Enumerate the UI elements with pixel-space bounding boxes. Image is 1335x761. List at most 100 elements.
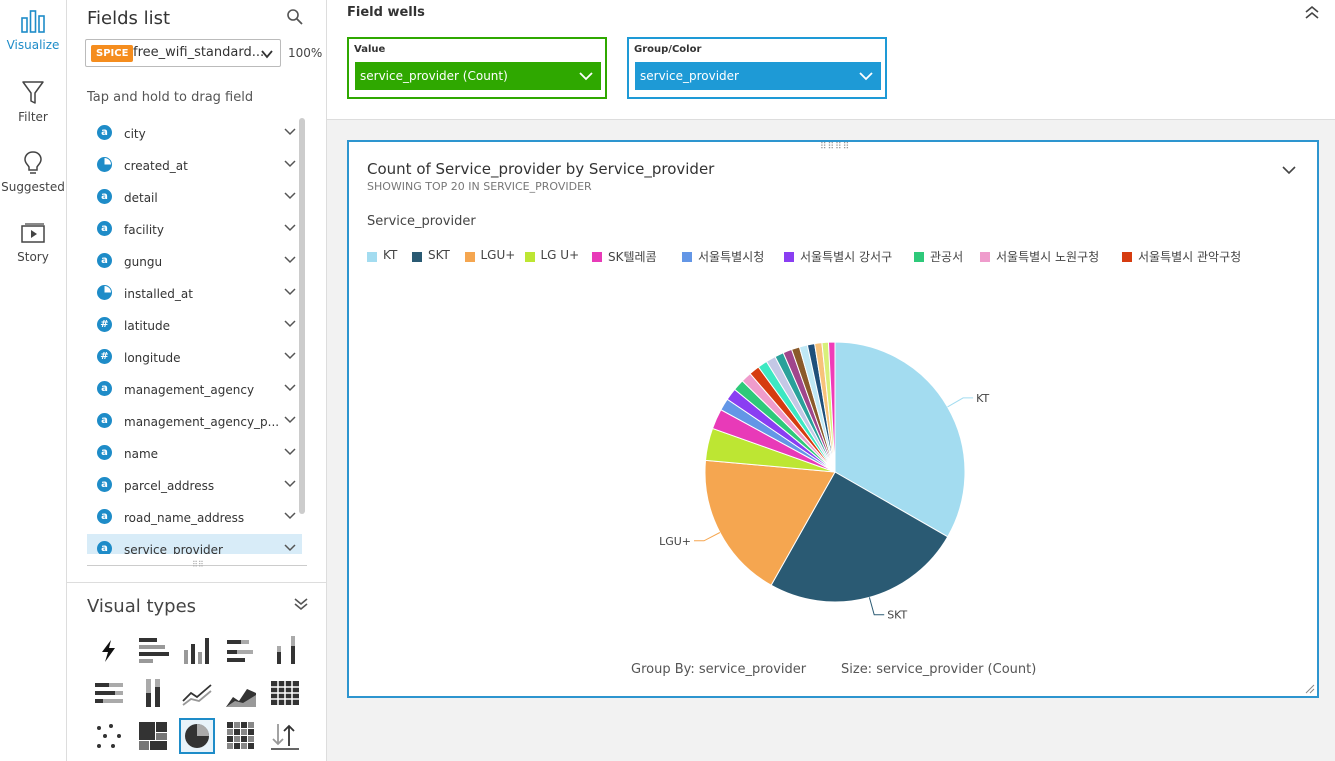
stacked-column-icon <box>277 636 295 664</box>
nav-story-label: Story <box>17 250 49 264</box>
chevron-down-icon[interactable] <box>284 415 296 425</box>
pie-chart[interactable]: KT SKT LGU+ <box>629 322 1029 622</box>
field-wells-title: Field wells <box>347 5 425 20</box>
vertical-bar-icon <box>184 638 209 664</box>
dataset-select[interactable]: SPICE free_wifi_standard... <box>85 39 281 67</box>
vt-pie[interactable] <box>179 718 215 754</box>
main-area: Field wells Value service_provider (Coun… <box>327 0 1335 761</box>
fields-list-title: Fields list <box>87 8 171 29</box>
legend-swatch <box>592 252 602 262</box>
chevron-down-icon <box>261 50 273 59</box>
chevron-down-icon[interactable] <box>284 511 296 521</box>
vt-stacked-column-100[interactable] <box>135 675 171 711</box>
nav-visualize[interactable]: Visualize <box>0 8 66 72</box>
chevron-down-icon[interactable] <box>284 127 296 137</box>
text-field-icon: a <box>97 509 112 524</box>
vt-autograph[interactable] <box>91 632 127 668</box>
vt-tree-map[interactable] <box>135 718 171 754</box>
visual-card[interactable]: ⠿⠿⠿⠿ Count of Service_provider by Servic… <box>347 140 1319 698</box>
field-item-longitude[interactable]: # longitude <box>87 342 302 374</box>
nav-suggested[interactable]: Suggested <box>0 150 66 214</box>
filter-icon <box>22 81 44 104</box>
vt-stacked-bar-100[interactable] <box>91 675 127 711</box>
slice-label: LGU+ <box>659 535 691 548</box>
vt-line[interactable] <box>179 675 215 711</box>
field-item-facility[interactable]: a facility <box>87 214 302 246</box>
bar-chart-icon <box>21 10 45 33</box>
visual-types-title: Visual types <box>87 596 197 617</box>
field-item-created-at[interactable]: created_at <box>87 150 302 182</box>
stacked-bar-icon <box>227 640 253 662</box>
field-item-parcel-address[interactable]: a parcel_address <box>87 470 302 502</box>
nav-filter[interactable]: Filter <box>0 80 66 144</box>
nav-story[interactable]: Story <box>0 222 66 286</box>
nav-suggested-label: Suggested <box>1 180 65 194</box>
chevron-down-icon[interactable] <box>284 479 296 489</box>
field-item-name[interactable]: a name <box>87 438 302 470</box>
field-name: road_name_address <box>124 511 245 525</box>
legend-label: 관공서 <box>930 250 964 264</box>
drag-hint: Tap and hold to drag field <box>87 90 254 105</box>
vt-stacked-column[interactable] <box>267 632 303 668</box>
field-name: name <box>124 447 159 461</box>
chevron-down-icon[interactable] <box>284 191 296 201</box>
group-field-pill[interactable]: service_provider <box>635 62 881 90</box>
double-chevron-down-icon[interactable] <box>293 597 309 611</box>
chevron-down-icon[interactable] <box>284 447 296 457</box>
footer-size: Size: service_provider (Count) <box>841 662 1037 677</box>
chevron-down-icon[interactable] <box>284 159 296 169</box>
double-chevron-up-icon[interactable] <box>1303 4 1321 20</box>
vt-kpi[interactable] <box>267 718 303 754</box>
field-item-latitude[interactable]: # latitude <box>87 310 302 342</box>
search-icon[interactable] <box>286 8 304 26</box>
nav-filter-label: Filter <box>18 110 48 124</box>
quicksight-app: Visualize Filter Suggested Story Fields … <box>0 0 1335 761</box>
chevron-down-icon[interactable] <box>284 287 296 297</box>
dataset-name: free_wifi_standard... <box>133 45 265 60</box>
legend-swatch <box>1122 252 1132 262</box>
line-chart-icon <box>182 684 212 706</box>
lightning-icon <box>102 640 115 662</box>
vt-stacked-bar[interactable] <box>223 632 259 668</box>
field-list-scrollbar[interactable] <box>299 118 305 514</box>
chevron-down-icon[interactable] <box>284 255 296 265</box>
chevron-down-icon[interactable] <box>284 319 296 329</box>
story-icon <box>21 223 45 243</box>
value-field-pill[interactable]: service_provider (Count) <box>355 62 601 90</box>
drag-handle-icon[interactable]: ⠿⠿⠿⠿ <box>820 142 850 152</box>
field-item-installed-at[interactable]: installed_at <box>87 278 302 310</box>
visual-menu-chevron-icon[interactable] <box>1281 164 1297 176</box>
field-name: city <box>124 127 146 141</box>
field-item-detail[interactable]: a detail <box>87 182 302 214</box>
vt-horizontal-bar[interactable] <box>135 632 171 668</box>
field-name: gungu <box>124 255 163 269</box>
vt-scatter[interactable] <box>91 718 127 754</box>
chevron-down-icon[interactable] <box>284 351 296 361</box>
text-field-icon: a <box>97 381 112 396</box>
chevron-down-icon[interactable] <box>284 543 296 553</box>
vt-pivot-table[interactable] <box>267 675 303 711</box>
resize-grip-icon[interactable]: ⠿⠿ <box>192 560 204 569</box>
field-item-gungu[interactable]: a gungu <box>87 246 302 278</box>
legend-label: SKT <box>428 248 450 262</box>
field-item-road-name-address[interactable]: a road_name_address <box>87 502 302 534</box>
spice-badge: SPICE <box>91 45 134 62</box>
vt-heat-map[interactable] <box>223 718 259 754</box>
field-name: installed_at <box>124 287 193 301</box>
chevron-down-icon[interactable] <box>284 223 296 233</box>
legend-swatch <box>412 252 422 262</box>
text-field-icon: a <box>97 413 112 428</box>
vt-area[interactable] <box>223 675 259 711</box>
visual-subtitle: SHOWING TOP 20 IN SERVICE_PROVIDER <box>367 180 592 193</box>
resize-handle-icon[interactable] <box>1305 684 1315 694</box>
field-item-management-agency-p-[interactable]: a management_agency_p... <box>87 406 302 438</box>
chevron-down-icon[interactable] <box>284 383 296 393</box>
field-item-management-agency[interactable]: a management_agency <box>87 374 302 406</box>
pie-chart-icon <box>185 724 209 748</box>
fields-panel: Fields list SPICE free_wifi_standard... … <box>67 0 327 761</box>
vt-vertical-bar[interactable] <box>179 632 215 668</box>
legend-label: SK텔레콤 <box>608 250 657 264</box>
field-item-city[interactable]: a city <box>87 118 302 150</box>
date-field-icon <box>97 157 112 172</box>
field-item-service-provider[interactable]: a service_provider <box>87 534 302 554</box>
